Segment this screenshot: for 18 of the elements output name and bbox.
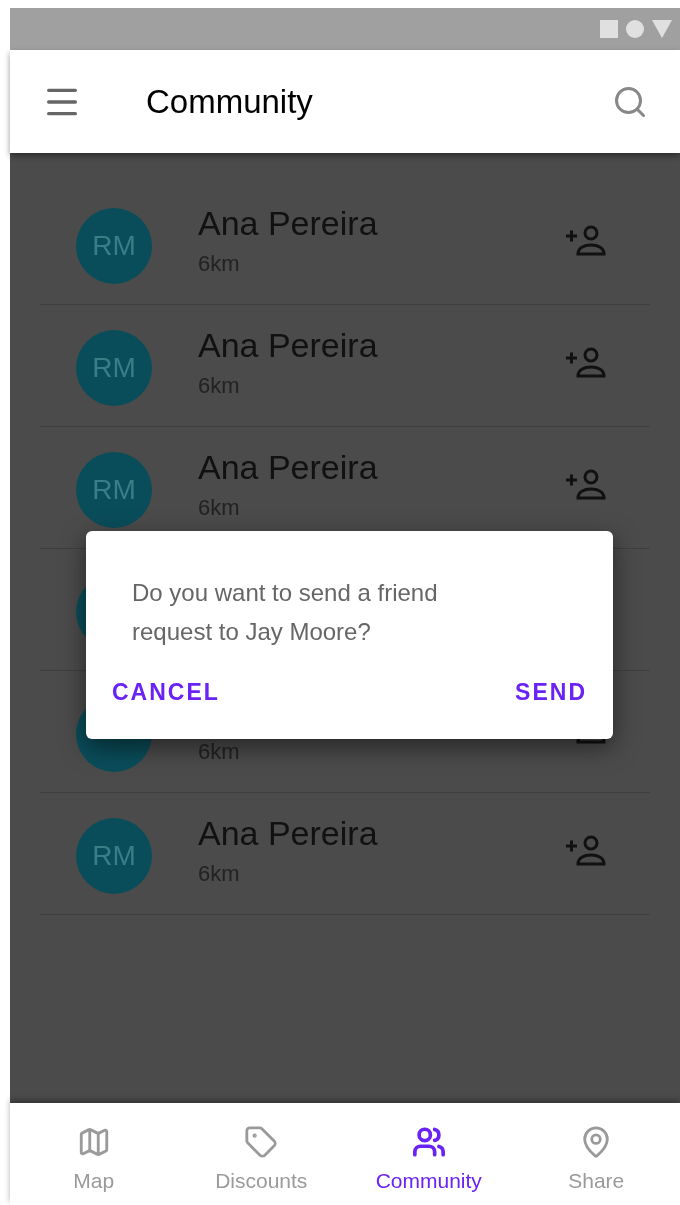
tag-icon [244, 1125, 279, 1159]
triangle-icon [652, 20, 672, 38]
square-icon [600, 20, 618, 38]
app-bar-title: Community [146, 81, 313, 122]
add-person-icon[interactable] [564, 467, 608, 501]
circle-icon [626, 20, 644, 38]
people-icon [411, 1125, 446, 1159]
person-name: Ana Pereira [198, 447, 378, 488]
nav-tab[interactable]: Community [345, 1103, 513, 1205]
add-person-icon[interactable] [564, 345, 608, 379]
person-name: Ana Pereira [198, 813, 378, 854]
person-name: Ana Pereira [198, 325, 378, 366]
person-name: Ana Pereira [198, 203, 378, 244]
send-button[interactable]: SEND [507, 670, 595, 713]
add-person-icon[interactable] [564, 223, 608, 257]
cancel-button[interactable]: CANCEL [104, 670, 228, 713]
dialog-message: Do you want to send a friend request to Jay Moore? [132, 578, 439, 647]
add-person-icon[interactable] [564, 833, 608, 867]
